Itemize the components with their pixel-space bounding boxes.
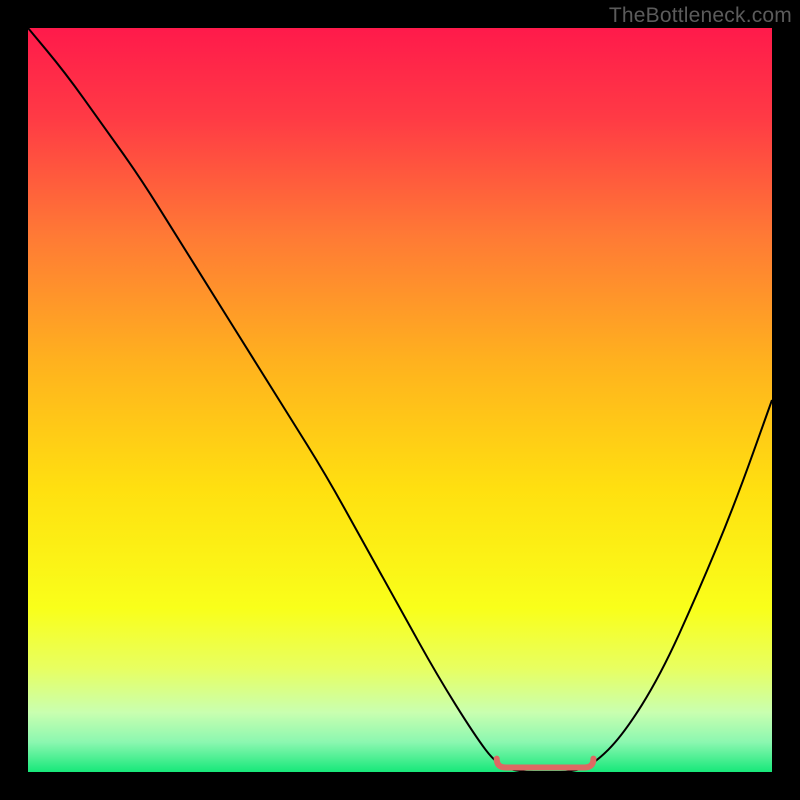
optimal-range-marker: [497, 759, 594, 768]
chart-svg: [28, 28, 772, 772]
watermark-text: TheBottleneck.com: [609, 4, 792, 28]
chart-frame: TheBottleneck.com: [0, 0, 800, 800]
bottleneck-curve: [28, 28, 772, 772]
plot-area: [28, 28, 772, 772]
